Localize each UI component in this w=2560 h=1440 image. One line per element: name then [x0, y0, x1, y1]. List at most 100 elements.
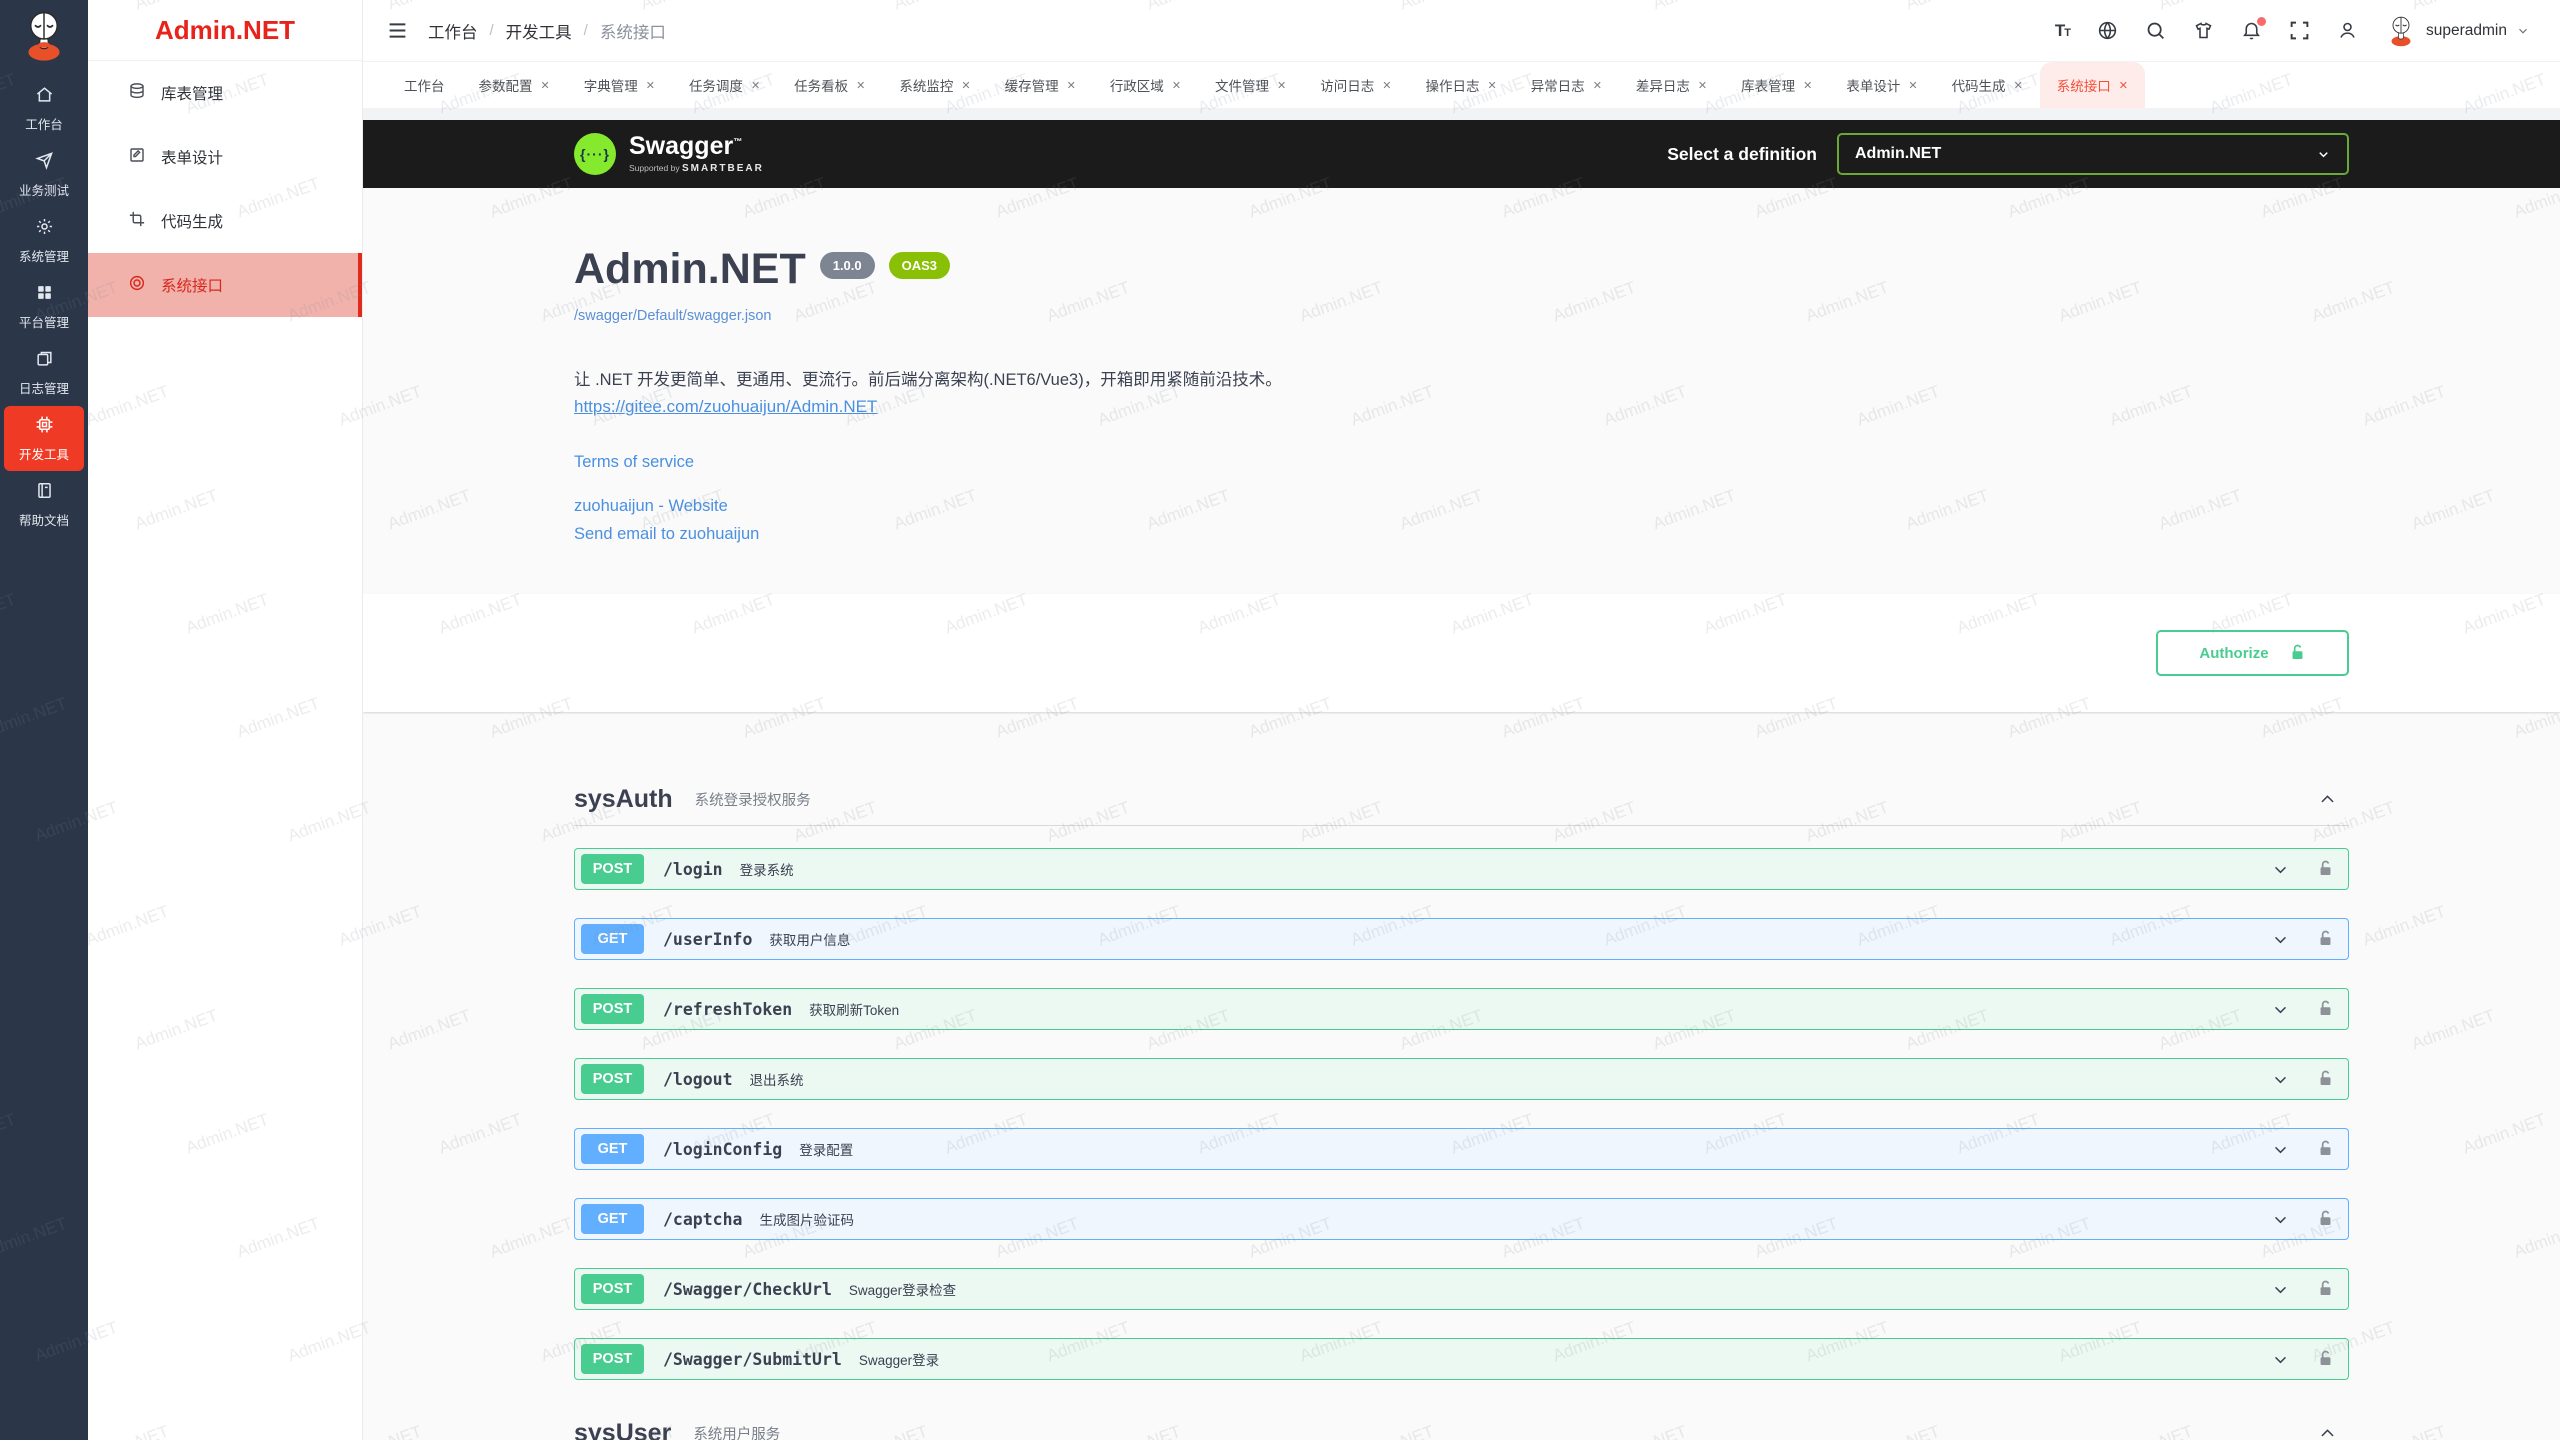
endpoint-path: /Swagger/SubmitUrl: [663, 1350, 842, 1369]
tab-close-icon[interactable]: ✕: [751, 79, 760, 92]
app-logo[interactable]: [20, 9, 68, 61]
endpoint-row[interactable]: POST/logout退出系统: [574, 1058, 2349, 1100]
tab-label: 系统接口: [2057, 75, 2111, 95]
tab-库表管理[interactable]: 库表管理✕: [1724, 62, 1829, 108]
tab-系统监控[interactable]: 系统监控✕: [882, 62, 987, 108]
user-icon[interactable]: [2337, 20, 2358, 41]
definition-select[interactable]: Admin.NET: [1837, 133, 2349, 175]
expand-endpoint-icon[interactable]: [2272, 1141, 2289, 1158]
menu-item-表单设计[interactable]: 表单设计: [88, 125, 362, 189]
tab-close-icon[interactable]: ✕: [2014, 79, 2023, 92]
tab-close-icon[interactable]: ✕: [1908, 79, 1917, 92]
lock-icon[interactable]: [2317, 859, 2334, 879]
tab-任务看板[interactable]: 任务看板✕: [777, 62, 882, 108]
swagger-body: Admin.NET 1.0.0 OAS3 /swagger/Default/sw…: [363, 188, 2560, 1440]
tab-close-icon[interactable]: ✕: [1172, 79, 1181, 92]
tab-close-icon[interactable]: ✕: [961, 79, 970, 92]
sidebar-item-帮助文档[interactable]: 帮助文档: [4, 472, 84, 537]
tab-操作日志[interactable]: 操作日志✕: [1408, 62, 1513, 108]
expand-endpoint-icon[interactable]: [2272, 931, 2289, 948]
endpoint-row[interactable]: POST/Swagger/CheckUrlSwagger登录检查: [574, 1268, 2349, 1310]
tab-close-icon[interactable]: ✕: [1698, 79, 1707, 92]
lock-icon[interactable]: [2317, 1349, 2334, 1369]
sidebar-item-开发工具[interactable]: 开发工具: [4, 406, 84, 471]
language-icon[interactable]: [2097, 20, 2118, 41]
collapse-section-icon[interactable]: [2318, 790, 2337, 809]
tab-字典管理[interactable]: 字典管理✕: [567, 62, 672, 108]
section-description: 系统登录授权服务: [695, 789, 811, 810]
user-menu[interactable]: superadmin: [2385, 15, 2530, 47]
collapse-section-icon[interactable]: [2318, 1424, 2337, 1440]
repo-link[interactable]: https://gitee.com/zuohuaijun/Admin.NET: [574, 397, 877, 417]
authorize-button[interactable]: Authorize: [2156, 630, 2349, 676]
sidebar-item-工作台[interactable]: 工作台: [4, 76, 84, 141]
swagger-brand[interactable]: {···} Swagger™ Supported by SMARTBEAR: [574, 133, 764, 175]
tab-文件管理[interactable]: 文件管理✕: [1198, 62, 1303, 108]
menu-item-系统接口[interactable]: 系统接口: [88, 253, 362, 317]
tab-close-icon[interactable]: ✕: [2119, 79, 2128, 92]
endpoint-actions: [2272, 1349, 2334, 1369]
tab-close-icon[interactable]: ✕: [1067, 79, 1076, 92]
endpoint-row[interactable]: GET/captcha生成图片验证码: [574, 1198, 2349, 1240]
tab-close-icon[interactable]: ✕: [1382, 79, 1391, 92]
tab-close-icon[interactable]: ✕: [541, 79, 550, 92]
lock-icon[interactable]: [2317, 1279, 2334, 1299]
sidebar-item-业务测试[interactable]: 业务测试: [4, 142, 84, 207]
tab-close-icon[interactable]: ✕: [1803, 79, 1812, 92]
tab-close-icon[interactable]: ✕: [856, 79, 865, 92]
tab-close-icon[interactable]: ✕: [646, 79, 655, 92]
menu-item-库表管理[interactable]: 库表管理: [88, 61, 362, 125]
tab-参数配置[interactable]: 参数配置✕: [462, 62, 567, 108]
tab-访问日志[interactable]: 访问日志✕: [1303, 62, 1408, 108]
endpoint-row[interactable]: POST/refreshToken获取刷新Token: [574, 988, 2349, 1030]
sidebar-item-平台管理[interactable]: 平台管理: [4, 274, 84, 339]
theme-icon[interactable]: [2193, 20, 2214, 41]
tab-缓存管理[interactable]: 缓存管理✕: [988, 62, 1093, 108]
tab-label: 差异日志: [1636, 75, 1690, 95]
tab-label: 任务调度: [689, 75, 743, 95]
tab-工作台[interactable]: 工作台: [387, 62, 462, 108]
spec-url-link[interactable]: /swagger/Default/swagger.json: [574, 308, 2349, 324]
lock-icon[interactable]: [2317, 929, 2334, 949]
breadcrumb-item[interactable]: 工作台: [428, 19, 478, 43]
endpoint-row[interactable]: GET/userInfo获取用户信息: [574, 918, 2349, 960]
tab-代码生成[interactable]: 代码生成✕: [1935, 62, 2040, 108]
endpoint-row[interactable]: POST/login登录系统: [574, 848, 2349, 890]
sidebar-item-系统管理[interactable]: 系统管理: [4, 208, 84, 273]
tab-异常日志[interactable]: 异常日志✕: [1514, 62, 1619, 108]
tab-close-icon[interactable]: ✕: [1487, 79, 1496, 92]
fullscreen-icon[interactable]: [2289, 20, 2310, 41]
menu-item-代码生成[interactable]: 代码生成: [88, 189, 362, 253]
tab-行政区域[interactable]: 行政区域✕: [1093, 62, 1198, 108]
terms-link[interactable]: Terms of service: [574, 453, 2349, 472]
tab-差异日志[interactable]: 差异日志 ✕: [1619, 62, 1724, 108]
tab-close-icon[interactable]: ✕: [1277, 79, 1286, 92]
endpoint-row[interactable]: GET/loginConfig登录配置: [574, 1128, 2349, 1170]
tab-任务调度[interactable]: 任务调度 ✕: [672, 62, 777, 108]
collapse-menu-icon[interactable]: [387, 20, 408, 41]
section-header[interactable]: sysUser系统用户服务: [574, 1408, 2349, 1440]
tab-系统接口[interactable]: 系统接口 ✕: [2040, 62, 2145, 108]
lock-icon[interactable]: [2317, 1209, 2334, 1229]
expand-endpoint-icon[interactable]: [2272, 1281, 2289, 1298]
expand-endpoint-icon[interactable]: [2272, 1001, 2289, 1018]
expand-endpoint-icon[interactable]: [2272, 1351, 2289, 1368]
tab-close-icon[interactable]: ✕: [1593, 79, 1602, 92]
endpoint-row[interactable]: POST/Swagger/SubmitUrlSwagger登录: [574, 1338, 2349, 1380]
breadcrumb-item[interactable]: 开发工具: [506, 19, 572, 43]
tab-表单设计[interactable]: 表单设计✕: [1829, 62, 1934, 108]
lock-icon[interactable]: [2317, 999, 2334, 1019]
email-link[interactable]: Send email to zuohuaijun: [574, 525, 2349, 544]
font-size-icon[interactable]: TT: [2055, 21, 2070, 41]
expand-endpoint-icon[interactable]: [2272, 1211, 2289, 1228]
primary-nav: 工作台业务测试系统管理平台管理日志管理开发工具帮助文档: [0, 75, 88, 538]
lock-icon[interactable]: [2317, 1069, 2334, 1089]
expand-endpoint-icon[interactable]: [2272, 1071, 2289, 1088]
search-icon[interactable]: [2145, 20, 2166, 41]
expand-endpoint-icon[interactable]: [2272, 861, 2289, 878]
website-link[interactable]: zuohuaijun - Website: [574, 497, 2349, 516]
lock-icon[interactable]: [2317, 1139, 2334, 1159]
notification-bell-icon[interactable]: [2241, 20, 2262, 41]
sidebar-item-日志管理[interactable]: 日志管理: [4, 340, 84, 405]
section-header[interactable]: sysAuth系统登录授权服务: [574, 774, 2349, 826]
